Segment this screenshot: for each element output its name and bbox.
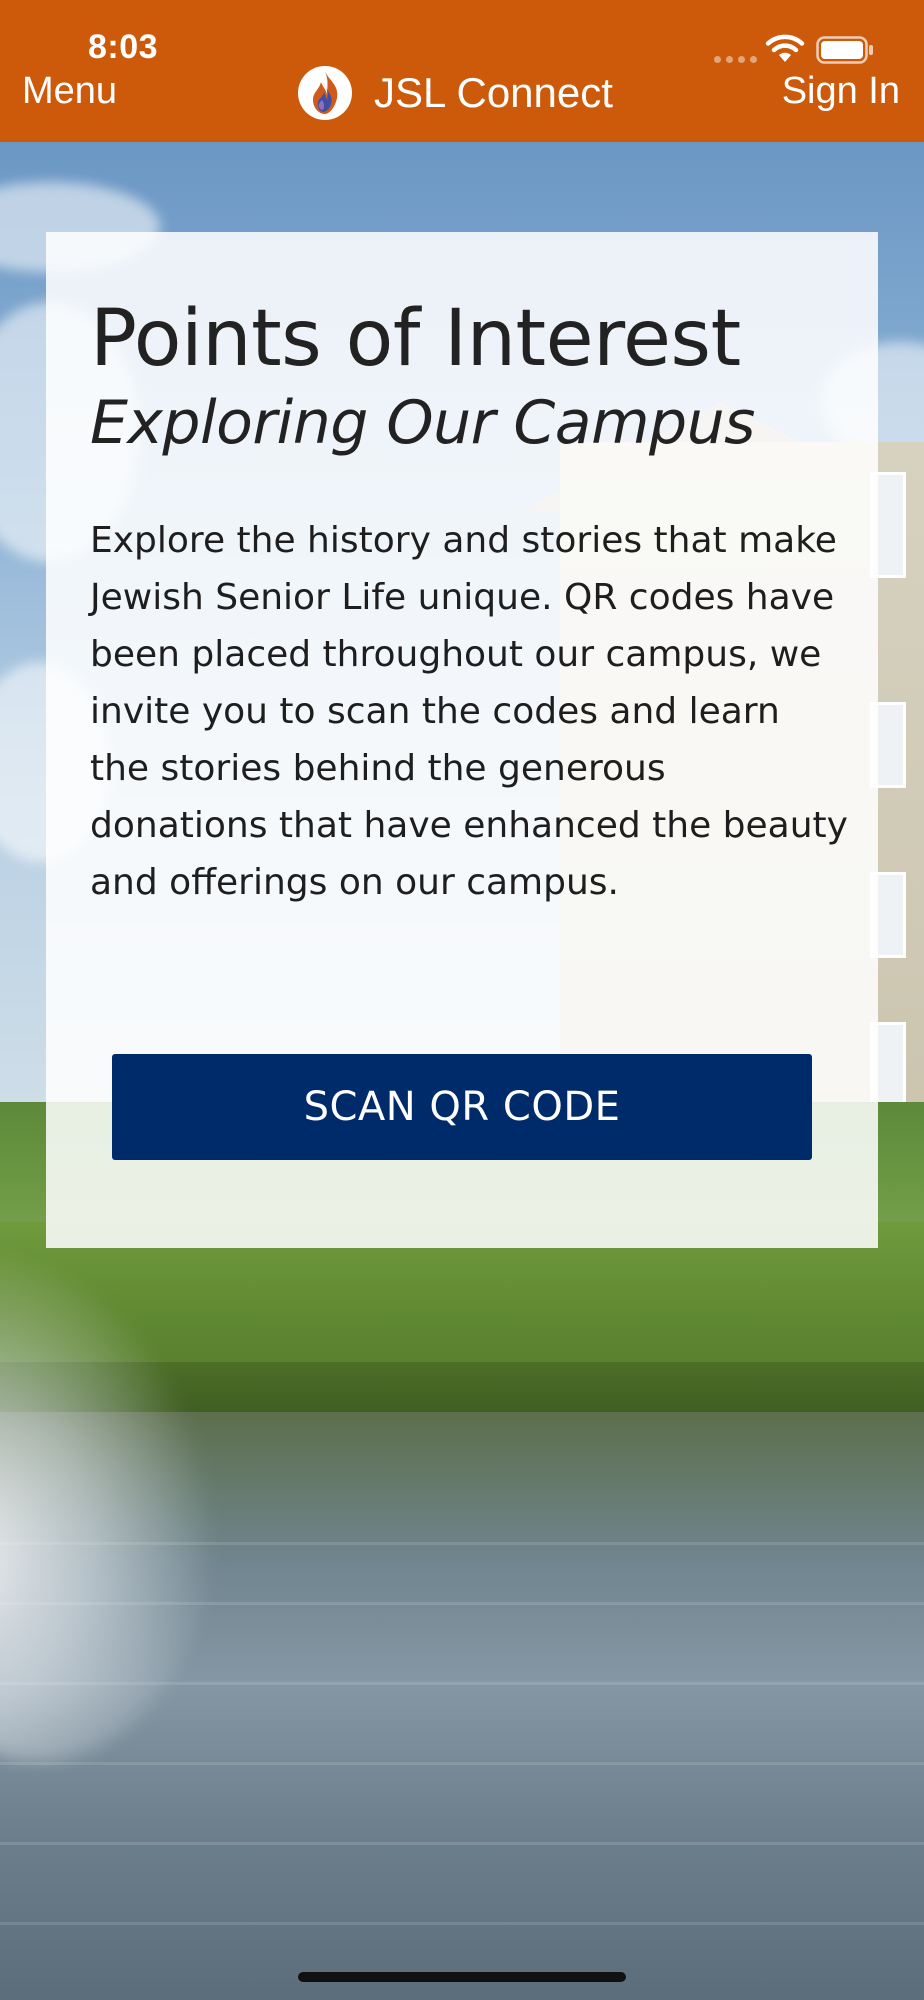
- page-subtitle: Exploring Our Campus: [90, 388, 755, 458]
- battery-icon: [816, 36, 873, 64]
- menu-button[interactable]: Menu: [22, 70, 117, 113]
- app-brand: JSL Connect: [298, 66, 613, 120]
- wifi-icon: [765, 34, 805, 62]
- app-title: JSL Connect: [374, 69, 613, 116]
- jsl-flame-logo-icon: [298, 66, 352, 120]
- sign-in-button[interactable]: Sign In: [782, 70, 900, 113]
- scan-qr-code-button[interactable]: SCAN QR CODE: [112, 1054, 812, 1160]
- points-of-interest-card: Points of Interest Exploring Our Campus …: [46, 232, 878, 1248]
- signal-dots-icon: [714, 56, 757, 63]
- home-indicator[interactable]: [298, 1972, 626, 1982]
- page-title: Points of Interest: [90, 294, 741, 384]
- app-header: 8:03 Menu JSL Connect Sign In: [0, 0, 924, 142]
- status-time: 8:03: [88, 28, 159, 66]
- intro-text: Explore the history and stories that mak…: [90, 520, 848, 903]
